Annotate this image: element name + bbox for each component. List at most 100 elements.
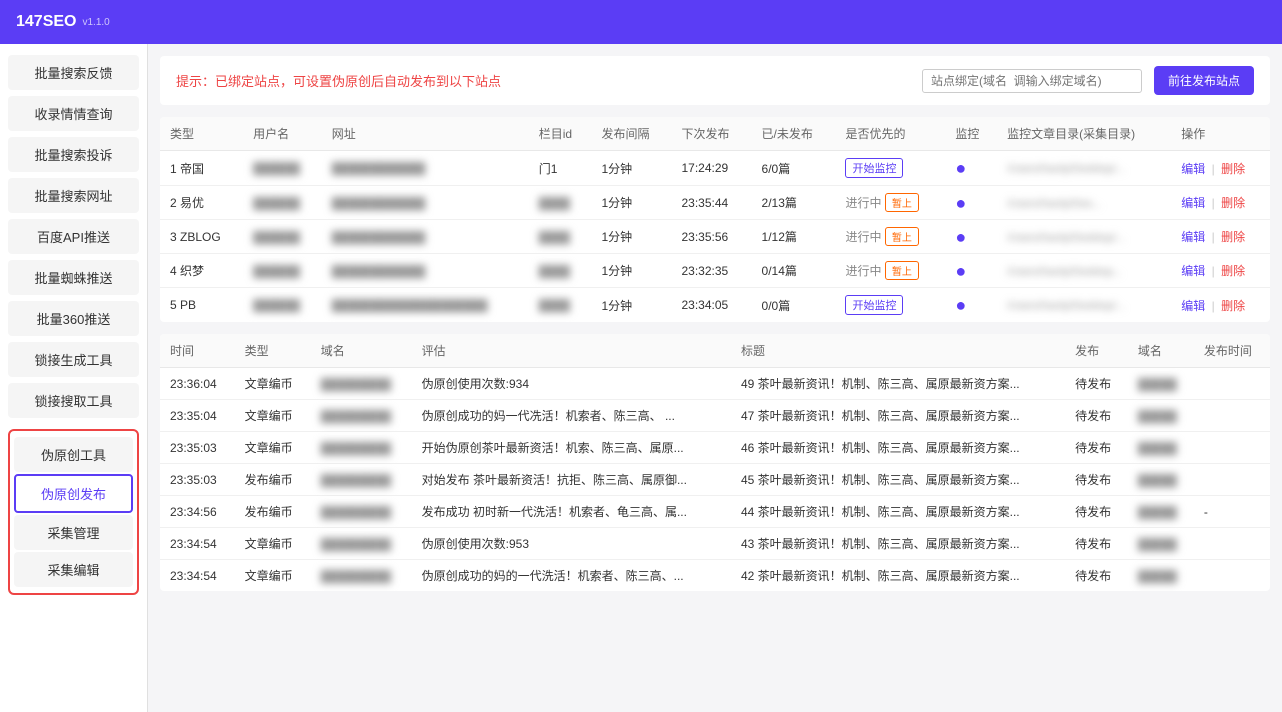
cell-next-publish: 23:35:56	[671, 220, 751, 254]
lc-type: 文章编币	[235, 528, 311, 560]
lc-pub-domain: █████	[1128, 560, 1194, 592]
cell-published: 6/0篇	[752, 151, 836, 186]
cell-type: 2 易优	[160, 186, 243, 220]
version: v1.1.0	[82, 17, 109, 28]
lc-domain: █████████	[311, 368, 412, 400]
col-priority: 是否优先的	[835, 117, 945, 151]
cell-directory: /Users/hardy/Desktop/...	[997, 288, 1171, 323]
cell-directory: /Users/hardy/Desktop...	[997, 254, 1171, 288]
sidebar-item-collect-edit[interactable]: 采集编辑	[14, 552, 133, 587]
lc-domain: █████████	[311, 528, 412, 560]
lc-pub-time	[1194, 560, 1270, 592]
cell-username: ██████	[243, 151, 322, 186]
notice-text: 提示：已绑定站点，可设置伪原创后自动发布到以下站点	[176, 71, 910, 90]
lc-eval: 伪原创使用次数:953	[412, 528, 731, 560]
cell-interval: 1分钟	[591, 186, 671, 220]
sidebar-item-keygen[interactable]: 锁接生成工具	[8, 342, 139, 377]
cell-ops: 编辑 | 删除	[1171, 288, 1270, 323]
delete-button[interactable]: 删除	[1221, 264, 1245, 278]
main-content: 提示：已绑定站点，可设置伪原创后自动发布到以下站点 前往发布站点 类型 用户名 …	[148, 44, 1282, 712]
delete-button[interactable]: 删除	[1221, 299, 1245, 313]
lc-type: 发布编币	[235, 496, 311, 528]
sidebar-item-replace-tool[interactable]: 锁接搜取工具	[8, 383, 139, 418]
cell-monitor: ●	[945, 288, 997, 323]
lcol-pub-domain: 域名	[1128, 334, 1194, 368]
cell-interval: 1分钟	[591, 288, 671, 323]
lcol-pub-time: 发布时间	[1194, 334, 1270, 368]
lcol-type: 类型	[235, 334, 311, 368]
cell-next-publish: 23:34:05	[671, 288, 751, 323]
lc-pub-domain: █████	[1128, 464, 1194, 496]
sidebar-item-baidu-api[interactable]: 百度API推送	[8, 219, 139, 254]
upper-table: 类型 用户名 网址 栏目id 发布间隔 下次发布 已/未发布 是否优先的 监控 …	[160, 117, 1270, 322]
edit-button[interactable]: 编辑	[1181, 230, 1205, 244]
lcol-domain: 域名	[311, 334, 412, 368]
cell-monitor: ●	[945, 186, 997, 220]
edit-button[interactable]: 编辑	[1181, 264, 1205, 278]
table-row: 23:36:04 文章编币 █████████ 伪原创使用次数:934 49 茶…	[160, 368, 1270, 400]
lc-type: 文章编币	[235, 432, 311, 464]
lc-publish: 待发布	[1065, 464, 1128, 496]
lcol-eval: 评估	[412, 334, 731, 368]
table-row: 1 帝国 ██████ ████████████ 门1 1分钟 17:24:29…	[160, 151, 1270, 186]
lc-eval: 对始发布 茶叶最新资活！抗拒、陈三高、属原御...	[412, 464, 731, 496]
lc-title: 46 茶叶最新资讯！机制、陈三高、属原最新资方案...	[731, 432, 1065, 464]
header: 147SEO v1.1.0	[0, 0, 1282, 44]
cell-url: ████████████	[322, 186, 529, 220]
lc-publish: 待发布	[1065, 528, 1128, 560]
col-interval: 发布间隔	[591, 117, 671, 151]
cell-priority: 进行中 暂上	[835, 186, 945, 220]
lc-publish: 待发布	[1065, 496, 1128, 528]
cell-directory: /Users/hardy/Desktop/...	[997, 220, 1171, 254]
sidebar-item-content-tool[interactable]: 伪原创工具	[14, 437, 133, 472]
lc-pub-time	[1194, 400, 1270, 432]
cell-category: ████	[529, 288, 592, 323]
cell-next-publish: 23:35:44	[671, 186, 751, 220]
sidebar-item-complaint[interactable]: 批量搜索投诉	[8, 137, 139, 172]
edit-button[interactable]: 编辑	[1181, 299, 1205, 313]
cell-ops: 编辑 | 删除	[1171, 186, 1270, 220]
sidebar-item-fake-publish[interactable]: 伪原创发布	[14, 474, 133, 513]
cell-directory: /Users/hardy/Desktop/...	[997, 151, 1171, 186]
table-row: 23:34:54 文章编币 █████████ 伪原创使用次数:953 43 茶…	[160, 528, 1270, 560]
cell-url: ████████████	[322, 254, 529, 288]
table-row: 5 PB ██████ ████████████████████ ████ 1分…	[160, 288, 1270, 323]
lc-pub-time	[1194, 464, 1270, 496]
lc-time: 23:34:56	[160, 496, 235, 528]
sidebar-item-site[interactable]: 批量搜索网址	[8, 178, 139, 213]
notice-bar: 提示：已绑定站点，可设置伪原创后自动发布到以下站点 前往发布站点	[160, 56, 1270, 105]
edit-button[interactable]: 编辑	[1181, 162, 1205, 176]
sidebar-item-360[interactable]: 批量360推送	[8, 301, 139, 336]
table-row: 23:34:54 文章编币 █████████ 伪原创成功的妈的一代洗活！机索者…	[160, 560, 1270, 592]
edit-button[interactable]: 编辑	[1181, 196, 1205, 210]
lc-type: 文章编币	[235, 400, 311, 432]
goto-publish-button[interactable]: 前往发布站点	[1154, 66, 1254, 95]
cell-published: 1/12篇	[752, 220, 836, 254]
sidebar-item-spider[interactable]: 批量蜘蛛推送	[8, 260, 139, 295]
sidebar-item-collect-manage[interactable]: 采集管理	[14, 515, 133, 550]
sidebar-item-feedback-check[interactable]: 收录情情查询	[8, 96, 139, 131]
sidebar-item-feedback[interactable]: 批量搜索反馈	[8, 55, 139, 90]
cell-ops: 编辑 | 删除	[1171, 151, 1270, 186]
cell-published: 0/0篇	[752, 288, 836, 323]
cell-username: ██████	[243, 288, 322, 323]
delete-button[interactable]: 删除	[1221, 230, 1245, 244]
site-bind-input[interactable]	[922, 69, 1142, 93]
lcol-publish: 发布	[1065, 334, 1128, 368]
lc-pub-domain: █████	[1128, 432, 1194, 464]
cell-priority: 进行中 暂上	[835, 254, 945, 288]
lc-time: 23:35:03	[160, 464, 235, 496]
lc-pub-time	[1194, 368, 1270, 400]
cell-ops: 编辑 | 删除	[1171, 220, 1270, 254]
cell-type: 4 织梦	[160, 254, 243, 288]
delete-button[interactable]: 删除	[1221, 196, 1245, 210]
col-category: 栏目id	[529, 117, 592, 151]
cell-interval: 1分钟	[591, 254, 671, 288]
delete-button[interactable]: 删除	[1221, 162, 1245, 176]
cell-monitor: ●	[945, 254, 997, 288]
lc-domain: █████████	[311, 496, 412, 528]
lc-pub-domain: █████	[1128, 400, 1194, 432]
lc-publish: 待发布	[1065, 560, 1128, 592]
cell-username: ██████	[243, 254, 322, 288]
cell-next-publish: 23:32:35	[671, 254, 751, 288]
